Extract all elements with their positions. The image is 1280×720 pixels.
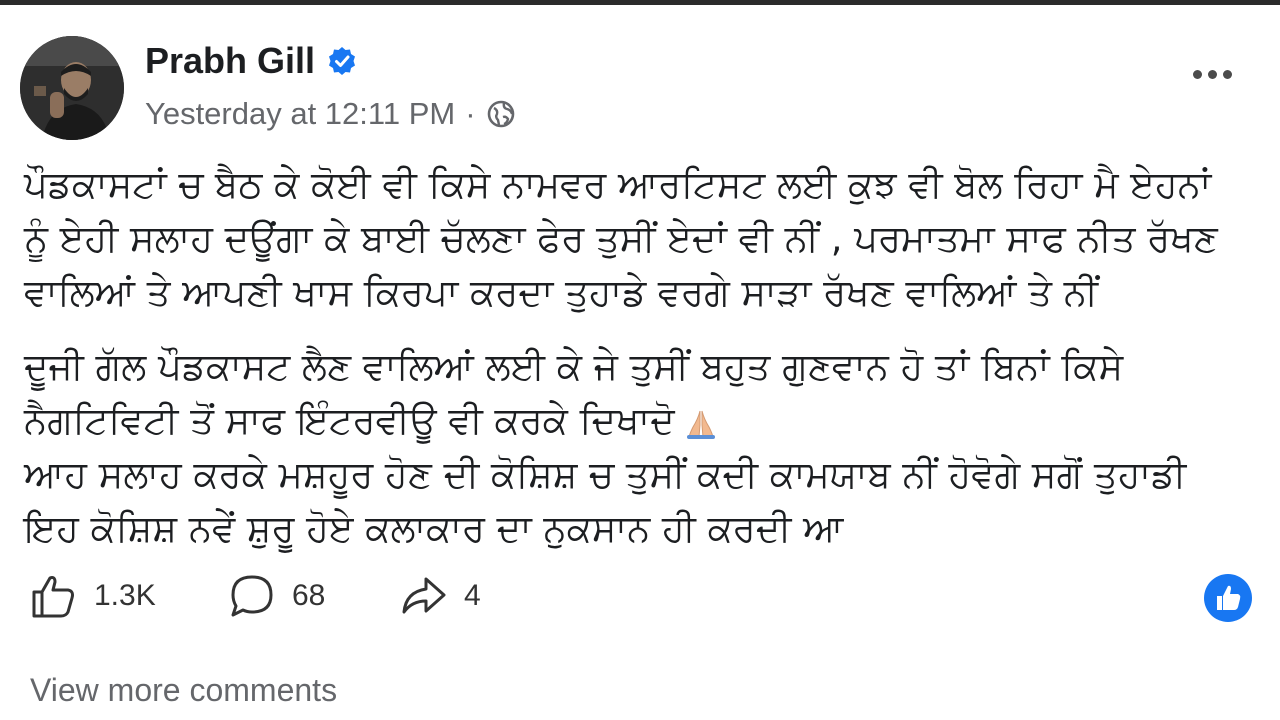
post-line: ਪੌਡਕਾਸਟਾਂ ਚ ਬੈਠ ਕੇ ਕੋਈ ਵੀ ਕਿਸੇ ਨਾਮਵਰ ਆਰਟ…: [24, 163, 1212, 206]
post-line: ਨੂੰ ਏਹੀ ਸਲਾਹ ਦਊਂਗਾ ਕੇ ਬਾਈ ਚੱਲਣਾ ਫੇਰ ਤੁਸੀ…: [24, 217, 1218, 260]
more-dot: [1223, 70, 1232, 79]
avatar-image: [20, 36, 124, 140]
top-border: [0, 0, 1280, 5]
post-line: ਆਹ ਸਲਾਹ ਕਰਕੇ ਮਸ਼ਹੂਰ ਹੋਣ ਦੀ ਕੋਸ਼ਿਸ਼ ਚ ਤੁਸ…: [24, 453, 1187, 496]
author-name[interactable]: Prabh Gill: [145, 40, 315, 82]
verified-badge-icon: [329, 47, 356, 75]
post-line: ਵਾਲਿਆਂ ਤੇ ਆਪਣੀ ਖਾਸ ਕਿਰਪਾ ਕਰਦਾ ਤੁਹਾਡੇ ਵਰਗ…: [24, 271, 1098, 314]
post-line-text: ਨੈਗਟਿਵਿਟੀ ਤੋਂ ਸਾਫ ਇੰਟਰਵੀਊ ਵੀ ਕਰਕੇ ਦਿਖਾਦੋ: [24, 399, 675, 442]
more-dot: [1208, 70, 1217, 79]
more-dot: [1193, 70, 1202, 79]
post-meta: Yesterday at 12:11 PM ·: [145, 96, 516, 132]
post-body: ਪੌਡਕਾਸਟਾਂ ਚ ਬੈਠ ਕੇ ਕੋਈ ਵੀ ਕਿਸੇ ਨਾਮਵਰ ਆਰਟ…: [24, 158, 1260, 556]
post-line: ਇਹ ਕੋਸ਼ਿਸ਼ ਨਵੇਂ ਸ਼ੁਰੂ ਹੋਏ ਕਲਾਕਾਰ ਦਾ ਨੁਕਸ…: [24, 507, 844, 550]
share-button[interactable]: 4: [398, 570, 481, 622]
view-more-comments-link[interactable]: View more comments: [30, 672, 337, 709]
share-count: 4: [464, 579, 481, 612]
comment-icon: [231, 575, 273, 617]
like-button[interactable]: 1.3K: [28, 570, 156, 622]
thumbs-up-icon: [32, 576, 74, 618]
post-header-name: Prabh Gill: [145, 40, 357, 82]
like-reaction-icon[interactable]: [1202, 572, 1254, 624]
post-line-with-emoji: ਨੈਗਟਿਵਿਟੀ ਤੋਂ ਸਾਫ ਇੰਟਰਵੀਊ ਵੀ ਕਰਕੇ ਦਿਖਾਦੋ: [24, 394, 1260, 448]
comment-count: 68: [292, 579, 326, 612]
timestamp[interactable]: Yesterday at 12:11 PM: [145, 96, 455, 132]
folded-hands-icon: [686, 410, 715, 439]
post-actions: 1.3K 68 4: [28, 570, 1258, 630]
comment-button[interactable]: 68: [226, 570, 325, 622]
post-line: ਦੂਜੀ ਗੱਲ ਪੌਡਕਾਸਟ ਲੈਣ ਵਾਲਿਆਂ ਲਈ ਕੇ ਜੇ ਤੁਸ…: [24, 345, 1124, 388]
avatar[interactable]: [20, 36, 124, 140]
globe-icon[interactable]: [486, 99, 516, 129]
meta-separator: ·: [465, 96, 476, 131]
share-icon: [402, 577, 446, 614]
facebook-post: Prabh Gill Yesterday at 12:11 PM · ਪੌਡਕਾ…: [0, 0, 1280, 720]
like-count: 1.3K: [94, 579, 156, 612]
more-options-icon[interactable]: [1193, 70, 1232, 79]
